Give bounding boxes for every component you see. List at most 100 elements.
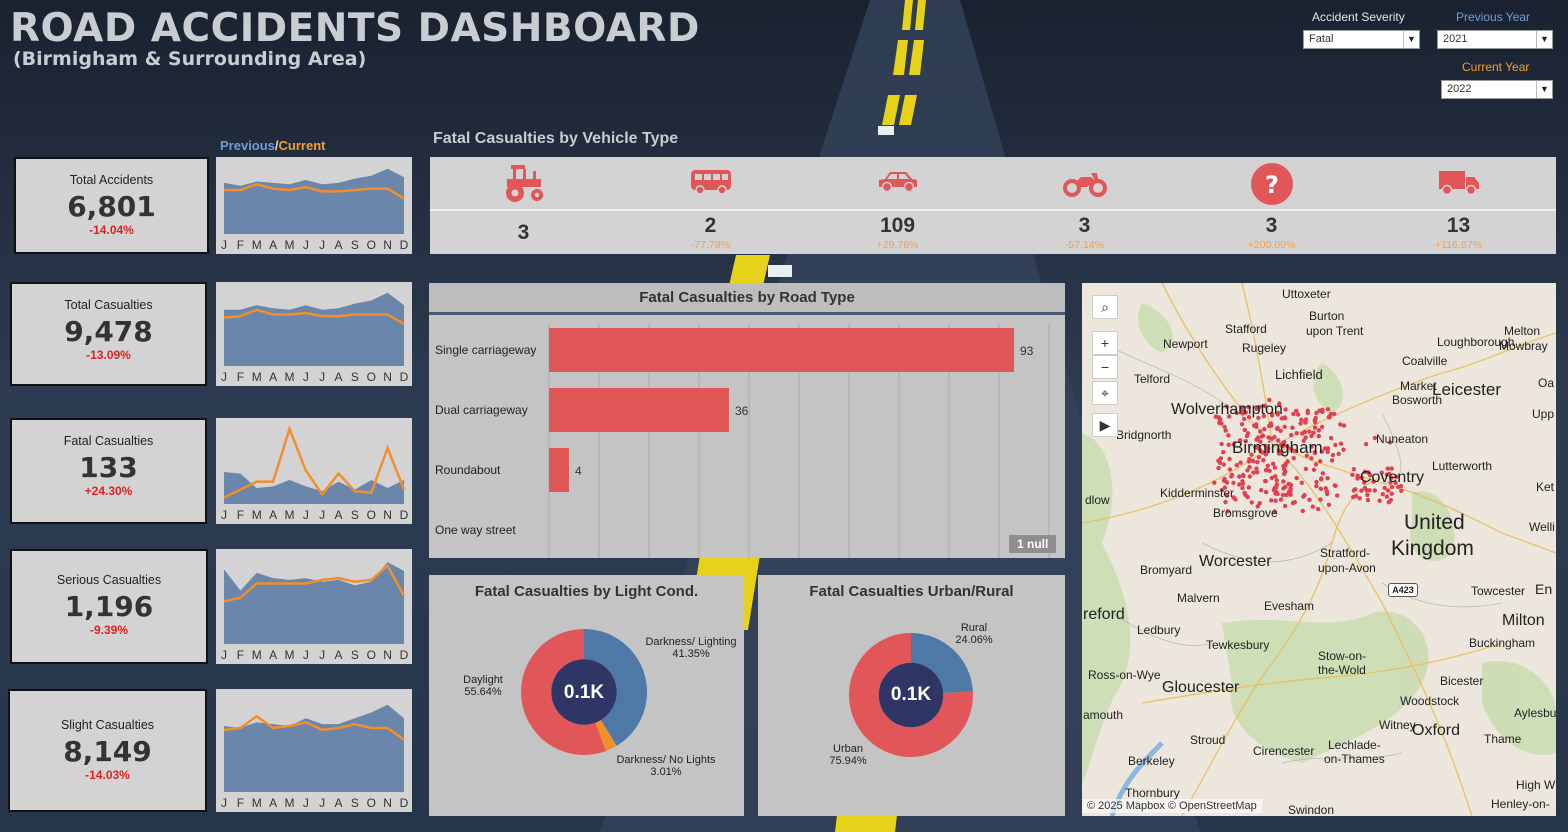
accident-marker[interactable] [1353, 487, 1358, 492]
accident-marker[interactable] [1325, 407, 1331, 412]
accident-marker[interactable] [1259, 488, 1264, 493]
accident-marker[interactable] [1341, 447, 1346, 452]
accident-marker[interactable] [1281, 479, 1286, 484]
accident-marker[interactable] [1282, 471, 1287, 477]
accident-marker[interactable] [1325, 449, 1330, 455]
current-year-dropdown[interactable]: 2022 ▼ [1441, 80, 1553, 99]
accident-marker[interactable] [1273, 491, 1278, 496]
zoom-in-button[interactable]: + [1092, 331, 1118, 355]
accident-marker[interactable] [1290, 425, 1295, 430]
accident-marker[interactable] [1281, 486, 1286, 491]
accident-marker[interactable] [1283, 503, 1288, 509]
accident-marker[interactable] [1329, 458, 1335, 463]
accident-marker[interactable] [1263, 478, 1268, 484]
accident-marker[interactable] [1385, 488, 1391, 493]
vehicle-col-tractor[interactable]: 3 [430, 157, 617, 254]
accident-marker[interactable] [1386, 500, 1391, 505]
accident-marker[interactable] [1263, 468, 1269, 473]
accident-marker[interactable] [1241, 473, 1246, 479]
bar-single-carriageway[interactable] [549, 328, 1014, 372]
accident-marker[interactable] [1270, 461, 1276, 466]
accident-marker[interactable] [1221, 478, 1227, 483]
accident-marker[interactable] [1399, 488, 1404, 493]
vehicle-col-truck[interactable]: 13 +116.67% [1365, 157, 1552, 254]
accident-marker[interactable] [1249, 500, 1254, 505]
accident-marker[interactable] [1341, 423, 1347, 428]
map-attribution[interactable]: © 2025 Mapbox © OpenStreetMap [1082, 799, 1262, 813]
accident-marker[interactable] [1255, 460, 1260, 465]
accident-marker[interactable] [1300, 431, 1305, 436]
accident-marker[interactable] [1217, 420, 1222, 426]
accident-marker[interactable] [1226, 442, 1231, 447]
accident-marker[interactable] [1229, 474, 1234, 479]
severity-dropdown[interactable]: Fatal ▼ [1303, 30, 1420, 49]
accident-marker[interactable] [1294, 475, 1299, 481]
accident-marker[interactable] [1287, 482, 1293, 487]
accident-marker[interactable] [1319, 477, 1324, 482]
accident-marker[interactable] [1327, 415, 1332, 420]
accident-marker[interactable] [1261, 458, 1266, 463]
accident-marker[interactable] [1265, 463, 1270, 468]
accident-marker[interactable] [1336, 451, 1341, 457]
accident-marker[interactable] [1234, 463, 1239, 468]
accident-marker[interactable] [1320, 409, 1325, 415]
accident-marker[interactable] [1335, 493, 1340, 498]
kpi-total-accidents[interactable]: Total Accidents 6,801 -14.04% [14, 157, 209, 254]
accident-marker[interactable] [1283, 463, 1288, 468]
accident-marker[interactable] [1303, 466, 1309, 472]
accident-marker[interactable] [1237, 482, 1242, 487]
accident-marker[interactable] [1258, 429, 1263, 434]
accident-marker[interactable] [1313, 415, 1318, 421]
accident-marker[interactable] [1226, 433, 1231, 438]
previous-year-dropdown[interactable]: 2021 ▼ [1437, 30, 1553, 49]
accident-map[interactable]: Uttoxeter Stafford Burton upon Trent Melton M… [1082, 283, 1556, 816]
accident-marker[interactable] [1239, 422, 1245, 427]
accident-marker[interactable] [1333, 442, 1338, 448]
accident-marker[interactable] [1318, 486, 1323, 491]
accident-marker[interactable] [1313, 420, 1318, 425]
accident-marker[interactable] [1316, 428, 1322, 433]
accident-marker[interactable] [1313, 462, 1319, 467]
accident-marker[interactable] [1364, 488, 1370, 493]
accident-marker[interactable] [1311, 467, 1317, 472]
accident-marker[interactable] [1325, 491, 1330, 497]
accident-marker[interactable] [1314, 484, 1319, 489]
accident-marker[interactable] [1303, 417, 1309, 422]
accident-marker[interactable] [1318, 497, 1323, 502]
accident-marker[interactable] [1246, 459, 1252, 464]
accident-marker[interactable] [1278, 428, 1283, 433]
kpi-slight-casualties[interactable]: Slight Casualties 8,149 -14.03% [8, 689, 207, 812]
kpi-fatal-casualties[interactable]: Fatal Casualties 133 +24.30% [10, 418, 207, 524]
bar-dual-carriageway[interactable] [549, 388, 729, 432]
accident-marker[interactable] [1314, 479, 1319, 485]
accident-marker[interactable] [1325, 476, 1330, 481]
accident-marker[interactable] [1288, 492, 1293, 497]
accident-marker[interactable] [1298, 421, 1303, 426]
zoom-out-button[interactable]: − [1092, 355, 1118, 379]
accident-marker[interactable] [1316, 506, 1321, 512]
accident-marker[interactable] [1283, 407, 1288, 412]
accident-marker[interactable] [1223, 428, 1228, 433]
accident-marker[interactable] [1372, 488, 1377, 493]
accident-marker[interactable] [1351, 467, 1357, 472]
accident-marker[interactable] [1365, 497, 1371, 503]
accident-marker[interactable] [1380, 492, 1385, 497]
accident-marker[interactable] [1278, 497, 1284, 502]
accident-marker[interactable] [1384, 494, 1390, 499]
accident-marker[interactable] [1319, 424, 1325, 430]
accident-marker[interactable] [1359, 488, 1364, 493]
accident-marker[interactable] [1216, 465, 1221, 471]
accident-marker[interactable] [1251, 470, 1256, 475]
accident-marker[interactable] [1246, 485, 1252, 490]
accident-marker[interactable] [1294, 431, 1299, 436]
accident-marker[interactable] [1294, 408, 1299, 413]
accident-marker[interactable] [1272, 465, 1278, 470]
accident-marker[interactable] [1350, 472, 1355, 477]
null-badge[interactable]: 1 null [1009, 535, 1057, 553]
accident-marker[interactable] [1274, 478, 1279, 483]
accident-marker[interactable] [1221, 450, 1226, 455]
accident-marker[interactable] [1328, 435, 1334, 441]
accident-marker[interactable] [1307, 497, 1312, 502]
accident-marker[interactable] [1314, 410, 1319, 416]
vehicle-col-bus[interactable]: 2 -77.78% [617, 157, 804, 254]
